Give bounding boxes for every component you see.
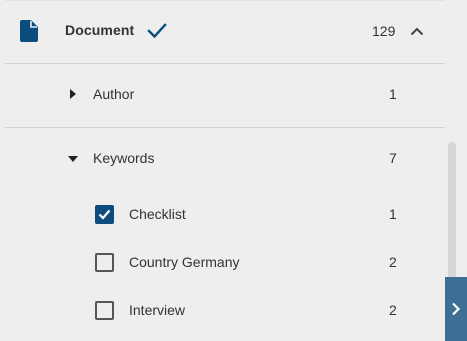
facet-label-author: Author: [93, 86, 135, 102]
facet-count-author: 1: [389, 86, 397, 102]
document-count: 129: [372, 23, 396, 39]
chevron-right-icon: [452, 302, 461, 316]
side-panel-toggle-button[interactable]: [445, 277, 467, 341]
document-filter-label: Document: [65, 22, 135, 38]
filter-panel: Document 129 Author 1 Keywords 7 Checkli…: [0, 0, 467, 341]
caret-down-icon[interactable]: [67, 155, 79, 163]
keyword-count: 1: [389, 206, 397, 222]
keyword-count: 2: [389, 254, 397, 270]
keyword-label: Country Germany: [129, 254, 240, 270]
document-icon: [20, 20, 38, 42]
facet-label-keywords: Keywords: [93, 150, 155, 166]
facet-count-keywords: 7: [389, 150, 397, 166]
caret-right-icon[interactable]: [69, 89, 77, 99]
header-divider: [5, 63, 445, 64]
checkbox[interactable]: [95, 301, 114, 320]
checkbox[interactable]: [95, 253, 114, 272]
check-icon: [98, 209, 111, 220]
facet-divider: [5, 127, 445, 128]
checkbox-checked[interactable]: [95, 205, 114, 224]
chevron-up-icon[interactable]: [409, 25, 425, 37]
keyword-count: 2: [389, 302, 397, 318]
keyword-label: Checklist: [129, 206, 186, 222]
check-icon: [147, 23, 167, 39]
top-divider: [5, 0, 445, 1]
keyword-label: Interview: [129, 302, 186, 318]
